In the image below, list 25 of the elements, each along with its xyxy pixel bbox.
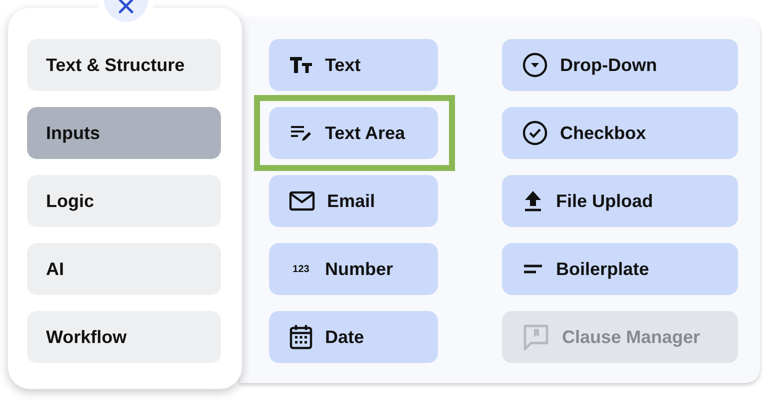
field-button[interactable]: Checkbox: [502, 107, 738, 159]
close-icon: [116, 0, 136, 16]
comment-icon: [522, 323, 550, 351]
field-button[interactable]: Drop-Down: [502, 39, 738, 91]
text-size-icon: [289, 55, 313, 75]
field-button[interactable]: Email: [269, 175, 438, 227]
text-edit-icon: [289, 123, 313, 143]
field-button[interactable]: Text: [269, 39, 438, 91]
field-button[interactable]: File Upload: [502, 175, 738, 227]
category-button[interactable]: AI: [27, 243, 221, 295]
field-button[interactable]: Text Area: [269, 107, 438, 159]
lines-icon: [522, 262, 544, 276]
upload-icon: [522, 189, 544, 213]
category-button[interactable]: Text & Structure: [27, 39, 221, 91]
envelope-icon: [289, 191, 315, 211]
category-button[interactable]: Workflow: [27, 311, 221, 363]
field-button[interactable]: Date: [269, 311, 438, 363]
category-button[interactable]: Logic: [27, 175, 221, 227]
dropdown-icon: [522, 52, 548, 78]
number-icon: 123: [289, 264, 313, 274]
field-button[interactable]: 123 Number: [269, 243, 438, 295]
field-button[interactable]: Boilerplate: [502, 243, 738, 295]
category-button[interactable]: Inputs: [27, 107, 221, 159]
check-circle-icon: [522, 120, 548, 146]
calendar-icon: [289, 324, 313, 350]
